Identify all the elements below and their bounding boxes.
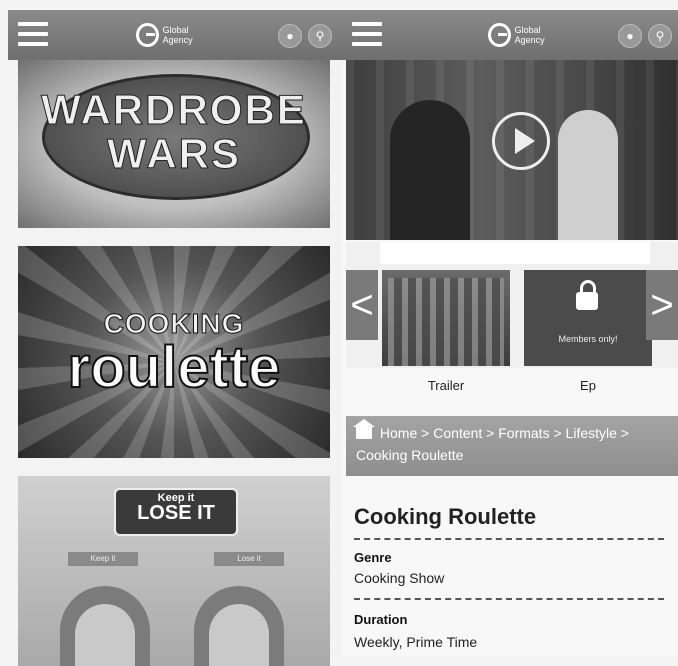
lock-icon [576,280,598,310]
duration-value: Weekly, Prime Time [354,634,478,650]
logo-mark-icon [488,23,511,47]
format-list: WARDROBE WARS COOKING roulette Keep it L… [8,60,342,666]
video-person-right [558,110,618,240]
breadcrumb: Home > Content > Formats > Lifestyle > C… [346,416,678,476]
show-title-line2: WARS [107,130,241,178]
logo-text: Global Agency [162,25,193,45]
show-title-line1: WARDROBE [41,86,307,134]
search-icon[interactable]: ⚲ [648,24,672,48]
episode-label-trailer[interactable]: Trailer [382,378,510,393]
breadcrumb-current: Cooking Roulette [356,447,464,463]
video-player[interactable] [346,60,678,240]
breadcrumb-separator: > [620,425,629,441]
user-icon[interactable]: ● [618,24,642,48]
show-detail: < Members only! > Trailer Ep Home > Cont… [342,60,678,656]
hamburger-icon[interactable] [352,22,382,46]
breadcrumb-formats[interactable]: Formats [498,425,549,441]
genre-value: Cooking Show [354,570,445,586]
keep-it-lose-it-badge: Keep it LOSE IT [114,488,238,536]
carousel-next-button[interactable]: > [646,270,678,340]
person-left [60,586,150,666]
genre-label: Genre [354,550,392,565]
show-thumbnail-cooking-roulette[interactable]: COOKING roulette [18,246,330,458]
search-icon[interactable]: ⚲ [308,24,332,48]
user-icon[interactable]: ● [278,24,302,48]
duration-label: Duration [354,612,408,627]
breadcrumb-separator: > [486,425,495,441]
carousel-top-strip [380,242,650,264]
show-thumbnail-wardrobe-wars[interactable]: WARDROBE WARS [18,60,330,228]
left-top-bar: Global Agency ● ⚲ [8,10,342,60]
breadcrumb-separator: > [421,425,430,441]
divider [354,598,664,600]
home-icon[interactable] [353,419,375,439]
hamburger-icon[interactable] [18,22,48,46]
play-icon[interactable] [492,112,550,170]
lose-it-tag: Lose it [214,552,284,566]
show-title-line2: roulette [67,334,282,401]
person-right [194,586,284,666]
carousel-prev-button[interactable]: < [346,270,378,340]
episode-thumbnail-trailer[interactable] [382,270,510,366]
breadcrumb-home[interactable]: Home [380,425,417,441]
members-only-text: Members only! [558,334,618,344]
divider [354,538,664,540]
badge-line2: LOSE IT [137,502,215,524]
keep-it-tag: Keep it [68,552,138,566]
global-agency-logo[interactable]: Global Agency [488,20,568,50]
episode-label-ep[interactable]: Ep [524,378,652,393]
right-top-bar: Global Agency ● ⚲ [342,10,678,60]
show-thumbnail-keep-it-lose-it[interactable]: Keep it LOSE IT Keep it Lose it [18,476,330,666]
breadcrumb-separator: > [553,425,562,441]
page-title: Cooking Roulette [354,504,537,529]
logo-mark-icon [136,23,159,47]
logo-text: Global Agency [514,25,545,45]
episode-thumbnail-locked[interactable]: Members only! [524,270,652,366]
breadcrumb-lifestyle[interactable]: Lifestyle [566,425,617,441]
video-person-left [390,100,470,240]
breadcrumb-content[interactable]: Content [433,425,482,441]
global-agency-logo[interactable]: Global Agency [136,20,216,50]
